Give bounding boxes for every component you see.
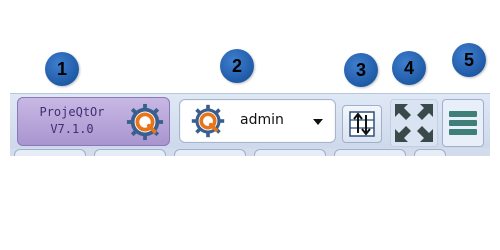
fullscreen-button[interactable] [390, 99, 438, 147]
app-name: ProjeQtOr [39, 105, 105, 119]
fullscreen-icon [395, 104, 433, 142]
callout-3: 3 [344, 53, 378, 87]
callout-2: 2 [220, 49, 254, 83]
version-info[interactable]: ProjeQtOr V7.1.0 [17, 97, 170, 146]
tab[interactable] [334, 149, 406, 156]
callout-5: 5 [452, 43, 486, 77]
tab[interactable] [14, 149, 86, 156]
tab[interactable] [94, 149, 166, 156]
tab[interactable] [414, 149, 446, 156]
sort-arrows-icon [349, 111, 375, 137]
projeqtor-gear-icon [126, 103, 164, 141]
chevron-down-icon[interactable] [313, 119, 323, 125]
tab[interactable] [174, 149, 246, 156]
tab-bar [10, 148, 490, 156]
callout-1: 1 [45, 52, 79, 86]
tab[interactable] [254, 149, 326, 156]
hamburger-menu-icon [449, 111, 477, 135]
menu-button[interactable] [442, 99, 484, 147]
user-avatar-icon [191, 104, 225, 138]
user-name: admin [240, 112, 284, 128]
callout-4: 4 [392, 51, 426, 85]
user-menu-dropdown[interactable]: admin [179, 99, 336, 143]
switch-mode-button[interactable] [342, 105, 382, 143]
app-version: V7.1.0 [50, 122, 94, 136]
